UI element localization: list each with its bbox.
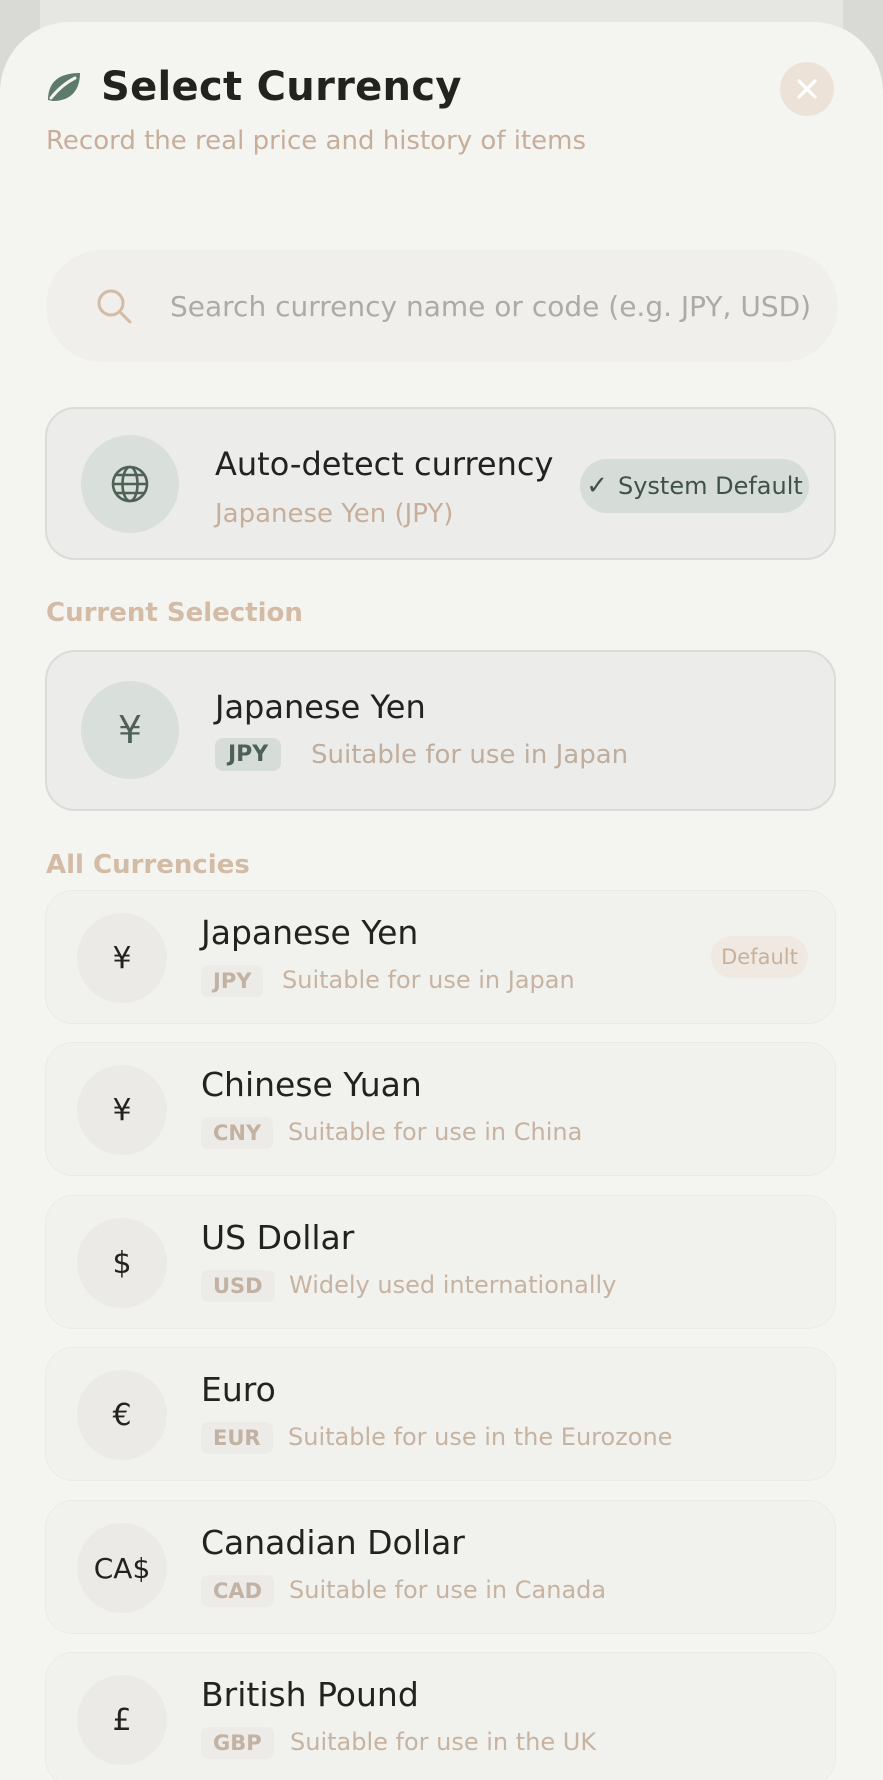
current-selection-card[interactable]: ¥ Japanese Yen JPY Suitable for use in J…: [45, 650, 836, 811]
leaf-icon: [45, 68, 83, 106]
current-currency-name: Japanese Yen: [215, 688, 426, 726]
currency-symbol: £: [77, 1675, 167, 1765]
globe-icon-circle: [81, 435, 179, 533]
search-bar[interactable]: [46, 250, 838, 362]
currency-description: Suitable for use in the Eurozone: [288, 1423, 673, 1451]
currency-symbol: ¥: [77, 913, 167, 1003]
currency-symbol: CA$: [77, 1523, 167, 1613]
currency-name: Japanese Yen: [201, 913, 419, 952]
currency-symbol: ¥: [77, 1065, 167, 1155]
currency-item-cny[interactable]: ¥ Chinese Yuan CNY Suitable for use in C…: [45, 1042, 836, 1176]
currency-description: Widely used internationally: [289, 1271, 617, 1299]
currency-name: Chinese Yuan: [201, 1065, 422, 1104]
currency-item-usd[interactable]: $ US Dollar USD Widely used internationa…: [45, 1195, 836, 1329]
system-default-badge: ✓ System Default: [580, 459, 809, 513]
current-currency-description: Suitable for use in Japan: [311, 740, 629, 770]
system-default-label: System Default: [617, 472, 803, 500]
currency-item-eur[interactable]: € Euro EUR Suitable for use in the Euroz…: [45, 1347, 836, 1481]
currency-description: Suitable for use in Canada: [289, 1576, 607, 1604]
currency-code: CNY: [201, 1117, 274, 1149]
currency-name: Euro: [201, 1370, 276, 1409]
auto-detect-title: Auto-detect currency: [215, 445, 554, 483]
page-subtitle: Record the real price and history of ite…: [46, 126, 587, 156]
currency-name: British Pound: [201, 1675, 419, 1714]
default-badge: Default: [711, 936, 808, 978]
header: Select Currency: [45, 62, 462, 112]
auto-detect-detected-currency: Japanese Yen (JPY): [215, 499, 454, 529]
all-currencies-label: All Currencies: [46, 850, 250, 880]
currency-description: Suitable for use in Japan: [282, 966, 575, 994]
currency-name: US Dollar: [201, 1218, 355, 1257]
currency-code: GBP: [201, 1727, 274, 1759]
check-icon: ✓: [586, 471, 608, 501]
close-button[interactable]: [780, 62, 834, 116]
currency-name: Canadian Dollar: [201, 1523, 465, 1562]
currency-code: JPY: [201, 965, 264, 997]
auto-detect-currency-option[interactable]: Auto-detect currency Japanese Yen (JPY) …: [45, 407, 836, 560]
current-selection-label: Current Selection: [46, 598, 303, 628]
currency-picker-sheet: Select Currency Record the real price an…: [0, 22, 883, 1780]
currency-symbol-circle: ¥: [81, 681, 179, 779]
currency-item-jpy[interactable]: ¥ Japanese Yen JPY Suitable for use in J…: [45, 890, 836, 1024]
page-title: Select Currency: [101, 64, 462, 110]
search-input[interactable]: [168, 288, 812, 324]
current-currency-code: JPY: [215, 738, 282, 771]
search-icon: [97, 289, 132, 324]
currency-item-gbp[interactable]: £ British Pound GBP Suitable for use in …: [45, 1652, 836, 1780]
currency-description: Suitable for use in the UK: [290, 1728, 597, 1756]
currency-symbol: €: [77, 1370, 167, 1460]
currency-symbol: $: [77, 1218, 167, 1308]
close-icon: [797, 79, 817, 99]
yen-symbol: ¥: [117, 708, 143, 752]
currency-item-cad[interactable]: CA$ Canadian Dollar CAD Suitable for use…: [45, 1500, 836, 1634]
globe-icon: [111, 465, 149, 503]
currency-code: CAD: [201, 1575, 275, 1607]
currency-code: EUR: [201, 1422, 273, 1454]
currency-code: USD: [201, 1270, 275, 1302]
currency-description: Suitable for use in China: [288, 1118, 583, 1146]
